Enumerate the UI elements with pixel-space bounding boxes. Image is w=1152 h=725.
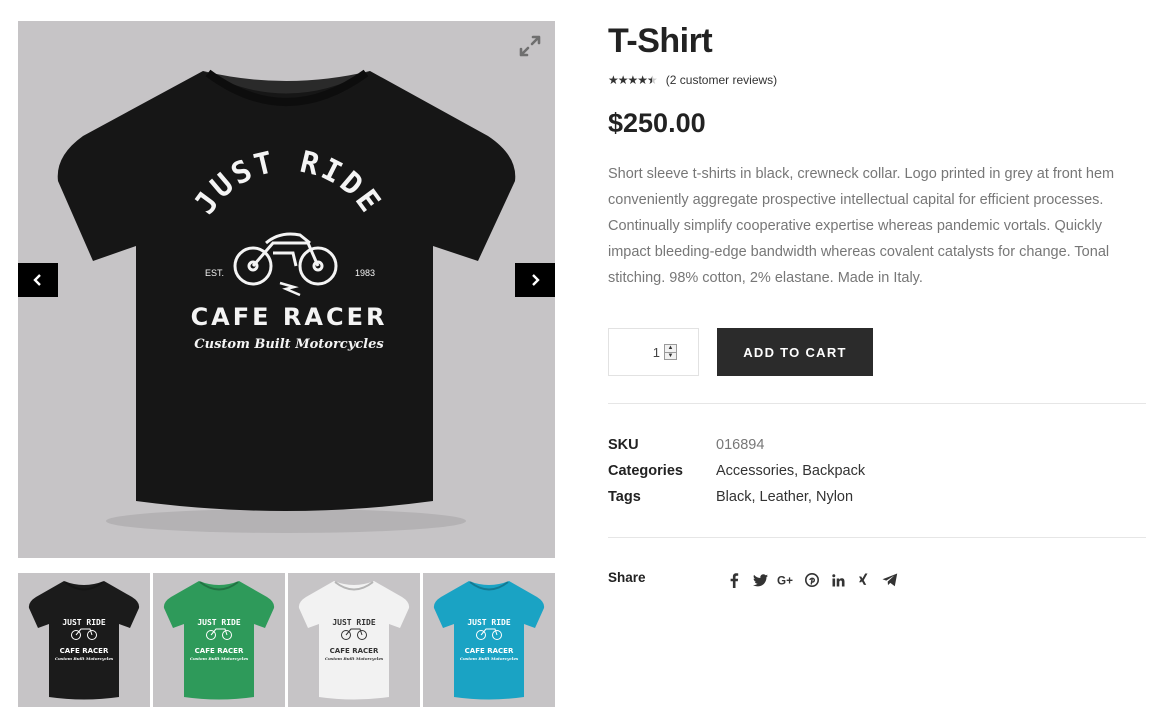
product-rating: ★★★★★ ★★★★★ (2 customer reviews) (608, 73, 777, 87)
tag-link[interactable]: Nylon (816, 489, 853, 505)
tags-label: Tags (608, 489, 641, 505)
thumb-print-line3: Custom Built Motorcycles (190, 656, 249, 661)
gallery-prev-button[interactable] (18, 263, 58, 297)
product-description: Short sleeve t-shirts in black, crewneck… (608, 166, 1115, 286)
chevron-left-icon (33, 274, 41, 286)
quantity-down-icon[interactable]: ▼ (665, 351, 676, 360)
thumb-print-line2: CAFE RACER (60, 647, 109, 655)
product-title: T-Shirt (608, 22, 713, 60)
thumb-print-line2: CAFE RACER (195, 647, 244, 655)
thumb-print-line1: JUST RIDE (197, 618, 241, 627)
category-link[interactable]: Accessories (716, 463, 794, 479)
thumb-shirt-1: JUST RIDE CAFE RACERCustom Built Motorcyc… (153, 573, 285, 707)
thumb-print-line1: JUST RIDE (467, 618, 511, 627)
tag-link[interactable]: Black (716, 489, 751, 505)
meta-sku: SKU 016894 (608, 436, 764, 454)
categories-label: Categories (608, 463, 683, 479)
xing-icon[interactable] (855, 571, 873, 589)
quantity-input[interactable] (634, 344, 664, 360)
thumbnail-green[interactable]: JUST RIDE CAFE RACER Custom Built Motorcyc… (153, 573, 285, 707)
thumbnail-cyan[interactable]: JUST RIDE CAFE RACER Custom Built Motorcyc… (423, 573, 555, 707)
divider (608, 403, 1146, 404)
sku-value: 016894 (716, 437, 765, 453)
telegram-icon[interactable] (881, 571, 899, 589)
main-product-image[interactable]: JUST RIDE EST. 1983 CAFE RACER Custom Bu… (18, 21, 555, 558)
svg-text:G+: G+ (777, 575, 793, 588)
separator: , (807, 489, 816, 505)
quantity-spinner[interactable]: ▲ ▼ (664, 344, 677, 360)
thumb-shirt-0: JUST RIDE CAFE RACERCustom Built Motorcyc… (18, 573, 150, 707)
quantity-stepper[interactable]: ▲ ▼ (608, 328, 699, 376)
share-icons: G+ (725, 571, 907, 589)
expand-icon (519, 35, 541, 57)
thumb-print-line1: JUST RIDE (62, 618, 106, 627)
share-label: Share (608, 570, 646, 585)
customer-reviews-link[interactable]: (2 customer reviews) (666, 73, 777, 87)
tshirt-image: JUST RIDE EST. 1983 CAFE RACER Custom Bu… (57, 69, 516, 533)
tag-link[interactable]: Leather (760, 489, 808, 505)
meta-tags: Tags Black, Leather, Nylon (608, 488, 853, 506)
thumb-shirt-2: JUST RIDE CAFE RACERCustom Built Motorcyc… (288, 573, 420, 707)
thumb-print-line3: Custom Built Motorcycles (460, 656, 519, 661)
thumbnail-black[interactable]: JUST RIDE CAFE RACER Custom Built Motorcyc… (18, 573, 150, 707)
thumb-print-line1: JUST RIDE (332, 618, 376, 627)
thumb-print-line3: Custom Built Motorcycles (55, 656, 114, 661)
thumb-print-line2: CAFE RACER (330, 647, 379, 655)
thumbnail-strip: JUST RIDE CAFE RACER Custom Built Motorcyc… (18, 573, 555, 707)
chevron-right-icon (532, 274, 540, 286)
linkedin-icon[interactable] (829, 571, 847, 589)
print-line2: CAFE RACER (191, 303, 388, 331)
sku-label: SKU (608, 437, 639, 453)
print-line3: Custom Built Motorcycles (194, 337, 384, 352)
facebook-icon[interactable] (725, 571, 743, 589)
product-price: $250.00 (608, 108, 706, 138)
gallery-next-button[interactable] (515, 263, 555, 297)
pinterest-icon[interactable] (803, 571, 821, 589)
add-to-cart-button[interactable]: ADD TO CART (717, 328, 873, 376)
divider (608, 537, 1146, 538)
print-year: 1983 (355, 268, 375, 278)
meta-categories: Categories Accessories, Backpack (608, 462, 865, 480)
thumbnail-white[interactable]: JUST RIDE CAFE RACER Custom Built Motorcyc… (288, 573, 420, 707)
twitter-icon[interactable] (751, 571, 769, 589)
google-plus-icon[interactable]: G+ (777, 571, 795, 589)
thumb-shirt-3: JUST RIDE CAFE RACERCustom Built Motorcyc… (423, 573, 555, 707)
zoom-button[interactable] (517, 33, 543, 59)
thumb-print-line2: CAFE RACER (465, 647, 514, 655)
separator: , (751, 489, 760, 505)
thumb-print-line3: Custom Built Motorcycles (325, 656, 384, 661)
star-rating-icon: ★★★★★ ★★★★★ (608, 73, 658, 87)
category-link[interactable]: Backpack (802, 463, 865, 479)
print-est: EST. (205, 268, 224, 278)
